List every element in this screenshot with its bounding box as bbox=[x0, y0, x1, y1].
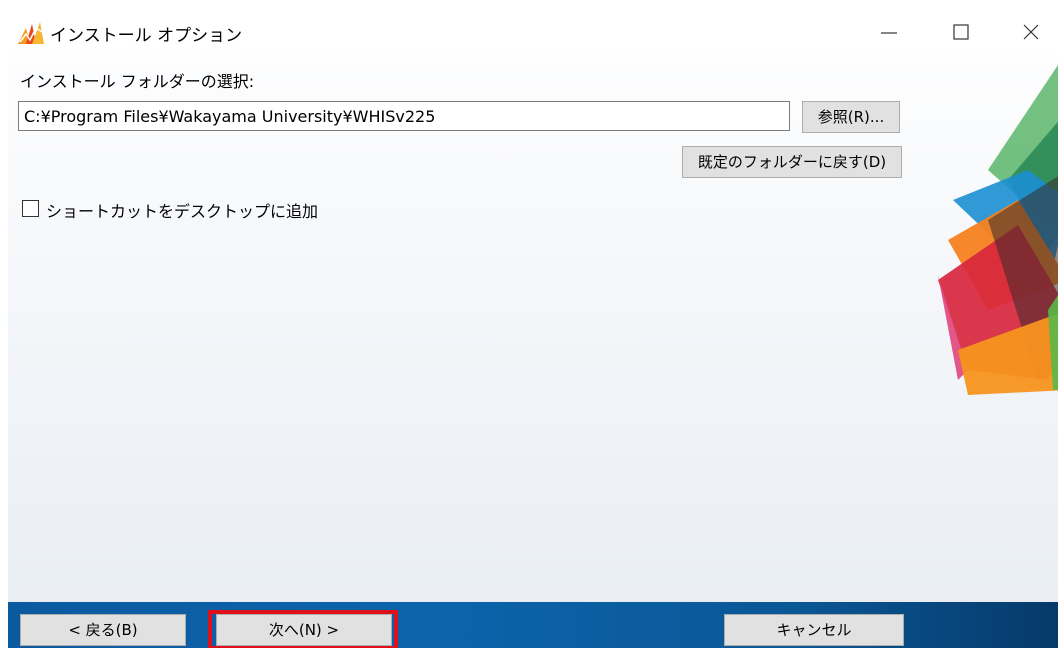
minimize-icon bbox=[881, 32, 897, 34]
install-path-input[interactable] bbox=[18, 101, 790, 131]
next-button-highlight bbox=[208, 610, 398, 648]
browse-button[interactable]: 参照(R)... bbox=[802, 101, 900, 133]
maximize-icon bbox=[953, 24, 969, 40]
install-folder-label: インストール フォルダーの選択: bbox=[20, 72, 255, 91]
title-bar: インストール オプション bbox=[8, 10, 1058, 54]
back-button[interactable]: < 戻る(B) bbox=[20, 614, 186, 646]
desktop-shortcut-label: ショートカットをデスクトップに追加 bbox=[46, 202, 319, 221]
window-title: インストール オプション bbox=[50, 26, 243, 46]
footer-bar: < 戻る(B) 次へ(N) > キャンセル bbox=[8, 602, 1058, 648]
app-icon bbox=[18, 22, 44, 44]
close-button[interactable] bbox=[1008, 10, 1054, 54]
close-icon bbox=[1023, 24, 1039, 40]
cancel-button[interactable]: キャンセル bbox=[724, 614, 904, 646]
minimize-button[interactable] bbox=[866, 10, 912, 54]
restore-default-folder-button[interactable]: 既定のフォルダーに戻す(D) bbox=[682, 146, 902, 178]
desktop-shortcut-checkbox[interactable] bbox=[22, 200, 39, 217]
maximize-button[interactable] bbox=[938, 10, 984, 54]
installer-window: インストール オプション インストール フォルダーの選択: C:¥Program… bbox=[8, 10, 1058, 648]
decorative-graphic bbox=[938, 65, 1058, 395]
